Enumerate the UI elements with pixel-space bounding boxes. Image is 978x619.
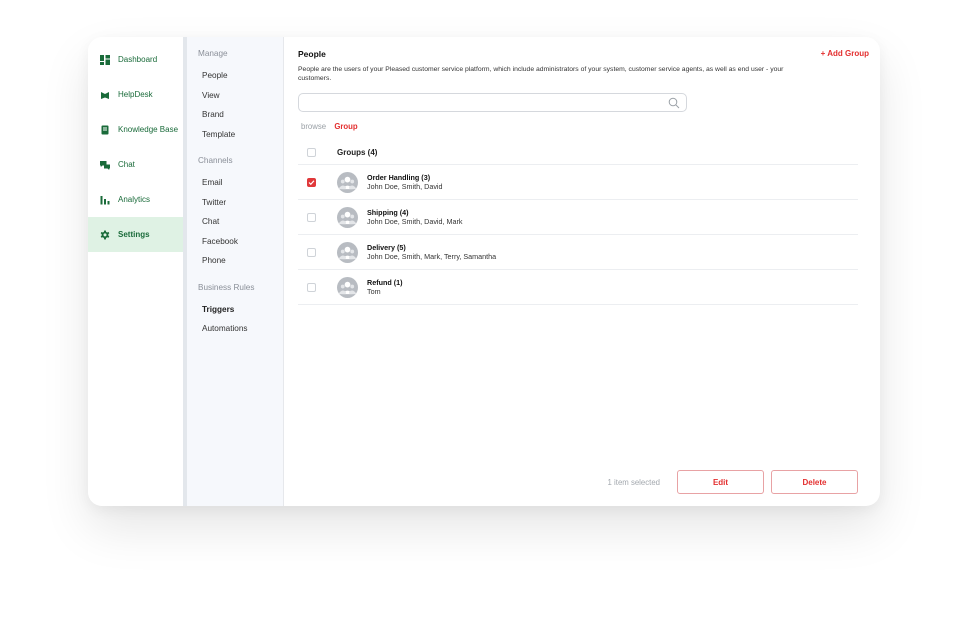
submenu-item-brand[interactable]: Brand [187, 105, 283, 125]
group-members: John Doe, Smith, David [367, 182, 443, 191]
page-description: People are the users of your Pleased cus… [298, 66, 784, 82]
delete-button[interactable]: Delete [771, 470, 858, 494]
knowledge-base-icon [100, 125, 110, 135]
groups-table: Groups (4) Order Handling (3) John Doe, … [298, 141, 858, 305]
analytics-icon [100, 195, 110, 205]
row-text: Shipping (4) John Doe, Smith, David, Mar… [367, 208, 462, 227]
group-avatar [337, 241, 358, 263]
group-name: Refund (1) [367, 277, 403, 287]
row-checkbox[interactable] [307, 282, 316, 292]
app-window: Dashboard HelpDesk Knowledge Base Chat A… [88, 37, 880, 506]
search-icon[interactable] [668, 97, 680, 109]
nav-item-label: Settings [118, 230, 150, 239]
group-name: Shipping (4) [367, 207, 409, 217]
submenu-item-facebook[interactable]: Facebook [187, 232, 283, 252]
row-text: Order Handling (3) John Doe, Smith, Davi… [367, 173, 443, 192]
row-text: Delivery (5) John Doe, Smith, Mark, Terr… [367, 243, 496, 262]
submenu-item-view[interactable]: View [187, 86, 283, 106]
group-icon [338, 176, 357, 189]
edit-button[interactable]: Edit [677, 470, 764, 494]
table-row[interactable]: Refund (1) Tom [298, 270, 858, 305]
table-row[interactable]: Shipping (4) John Doe, Smith, David, Mar… [298, 200, 858, 235]
group-members: John Doe, Smith, David, Mark [367, 217, 463, 226]
primary-nav: Dashboard HelpDesk Knowledge Base Chat A… [88, 37, 183, 506]
main-content: People + Add Group People are the users … [284, 37, 880, 506]
chat-icon [100, 160, 110, 170]
group-name: Order Handling (3) [367, 172, 431, 182]
nav-item-label: Analytics [118, 195, 151, 204]
action-footer: 1 item selected Edit Delete [608, 470, 858, 494]
submenu-item-email[interactable]: Email [187, 173, 283, 193]
nav-item-label: Knowledge Base [118, 125, 179, 134]
table-header: Groups (4) [298, 141, 858, 165]
filter-group[interactable]: Group [334, 122, 357, 131]
dashboard-icon [100, 54, 110, 65]
gear-icon [100, 230, 110, 240]
nav-item-label: Dashboard [118, 55, 158, 64]
row-checkbox[interactable] [307, 212, 316, 222]
group-avatar [337, 171, 358, 193]
submenu-item-phone[interactable]: Phone [187, 251, 283, 271]
row-text: Refund (1) Tom [367, 278, 403, 297]
group-icon [338, 281, 357, 294]
group-icon [338, 211, 357, 224]
submenu-item-template[interactable]: Template [187, 125, 283, 145]
helpdesk-icon [100, 90, 110, 100]
settings-submenu: Manage People View Brand Template Channe… [187, 37, 284, 506]
nav-item-analytics[interactable]: Analytics [88, 182, 183, 217]
submenu-item-twitter[interactable]: Twitter [187, 193, 283, 213]
row-checkbox[interactable] [307, 247, 316, 257]
group-avatar [337, 276, 358, 298]
select-all-checkbox[interactable] [307, 148, 316, 157]
table-header-label: Groups (4) [337, 148, 378, 157]
submenu-section-manage: Manage [198, 49, 228, 58]
submenu-section-channels: Channels [198, 156, 233, 165]
nav-item-label: Chat [118, 160, 135, 169]
row-checkbox[interactable] [307, 177, 316, 187]
submenu-item-automations[interactable]: Automations [187, 319, 283, 339]
submenu-item-triggers[interactable]: Triggers [187, 300, 283, 320]
search-box [298, 93, 687, 113]
group-members: John Doe, Smith, Mark, Terry, Samantha [367, 252, 497, 261]
table-row[interactable]: Order Handling (3) John Doe, Smith, Davi… [298, 165, 858, 200]
add-group-button[interactable]: + Add Group [821, 49, 869, 58]
selection-count: 1 item selected [607, 477, 660, 487]
group-avatar [337, 206, 358, 228]
submenu-item-people[interactable]: People [187, 66, 283, 86]
nav-item-dashboard[interactable]: Dashboard [88, 42, 183, 77]
group-name: Delivery (5) [367, 242, 406, 252]
page-title: People [298, 49, 326, 59]
check-icon [308, 179, 315, 185]
nav-item-helpdesk[interactable]: HelpDesk [88, 77, 183, 112]
filter-tabs: browse Group [298, 122, 868, 131]
filter-browse[interactable]: browse [301, 122, 326, 131]
group-members: Tom [367, 287, 381, 296]
nav-item-settings[interactable]: Settings [88, 217, 183, 252]
submenu-item-chat[interactable]: Chat [187, 212, 283, 232]
table-row[interactable]: Delivery (5) John Doe, Smith, Mark, Terr… [298, 235, 858, 270]
submenu-section-business-rules: Business Rules [198, 282, 255, 292]
group-icon [338, 246, 357, 259]
search-input[interactable] [299, 96, 659, 113]
nav-item-chat[interactable]: Chat [88, 147, 183, 182]
nav-item-label: HelpDesk [118, 90, 153, 99]
nav-item-knowledge-base[interactable]: Knowledge Base [88, 112, 183, 147]
